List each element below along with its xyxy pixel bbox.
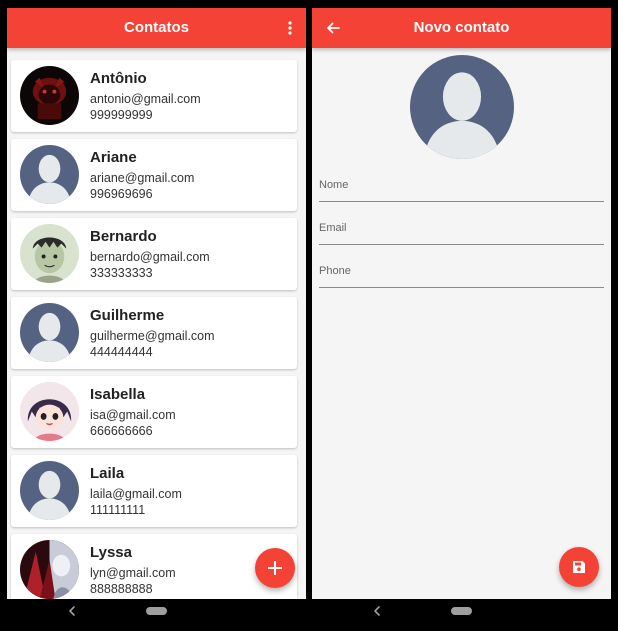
contact-phone: 666666666 — [90, 424, 153, 438]
add-icon — [268, 561, 282, 575]
email-input[interactable] — [319, 214, 604, 242]
contact-avatar-antonio — [20, 66, 79, 125]
nav-back-icon[interactable] — [370, 604, 384, 618]
nav-back-icon[interactable] — [65, 604, 79, 618]
contact-email: bernardo@gmail.com — [90, 250, 210, 264]
save-contact-button[interactable] — [559, 547, 599, 587]
system-nav-bar — [312, 599, 611, 623]
nav-home-pill[interactable] — [451, 607, 472, 615]
system-nav-bar — [7, 599, 306, 623]
contact-name: Antônio — [90, 70, 147, 87]
contact-card-isabella[interactable]: Isabella isa@gmail.com 666666666 — [11, 376, 297, 448]
contact-email: guilherme@gmail.com — [90, 329, 215, 343]
name-input[interactable] — [319, 171, 604, 199]
contact-name: Lyssa — [90, 544, 132, 561]
new-contact-app-bar: Novo contato — [312, 8, 611, 48]
contact-avatar-isabella — [20, 382, 79, 441]
new-contact-title: Novo contato — [413, 19, 510, 36]
contact-card-antonio[interactable]: Antônio antonio@gmail.com 999999999 — [11, 60, 297, 132]
save-icon — [572, 560, 586, 574]
contact-phone: 888888888 — [90, 582, 153, 596]
contact-avatar-lyssa — [20, 540, 79, 599]
email-field[interactable] — [319, 214, 604, 245]
contact-name: Guilherme — [90, 307, 165, 324]
phone-input[interactable] — [319, 257, 604, 285]
contact-phone: 333333333 — [90, 266, 153, 280]
name-field[interactable] — [319, 171, 604, 202]
contact-email: isa@gmail.com — [90, 408, 176, 422]
contact-avatar-ariane — [20, 145, 79, 204]
contact-card-bernardo[interactable]: Bernardo bernardo@gmail.com 333333333 — [11, 218, 297, 290]
contact-name: Isabella — [90, 386, 146, 403]
phone-field[interactable] — [319, 257, 604, 288]
contact-email: antonio@gmail.com — [90, 92, 201, 106]
contact-phone: 999999999 — [90, 108, 153, 122]
contact-name: Laila — [90, 465, 125, 482]
contact-phone: 996969696 — [90, 187, 153, 201]
contact-email: ariane@gmail.com — [90, 171, 195, 185]
contacts-app-bar: Contatos — [7, 8, 306, 48]
contact-avatar-bernardo — [20, 224, 79, 283]
contact-avatar-laila — [20, 461, 79, 520]
contacts-title: Contatos — [124, 19, 189, 36]
new-contact-screen: Novo contato — [312, 8, 611, 623]
contact-name: Bernardo — [90, 228, 157, 245]
contact-name: Ariane — [90, 149, 137, 166]
contact-card-laila[interactable]: Laila laila@gmail.com 111111111 — [11, 455, 297, 527]
contact-email: laila@gmail.com — [90, 487, 182, 501]
new-contact-avatar[interactable] — [410, 55, 514, 159]
add-contact-button[interactable] — [255, 548, 295, 588]
nav-home-pill[interactable] — [146, 607, 167, 615]
more-vert-icon[interactable] — [280, 18, 300, 38]
contact-list: Antônio antonio@gmail.com 999999999 Aria… — [11, 60, 298, 613]
contact-avatar-guilherme — [20, 303, 79, 362]
contact-email: lyn@gmail.com — [90, 566, 176, 580]
contacts-screen: Contatos Antônio antonio@gmail.com 99999… — [7, 8, 306, 623]
contact-phone: 111111111 — [90, 503, 146, 517]
contact-card-guilherme[interactable]: Guilherme guilherme@gmail.com 444444444 — [11, 297, 297, 369]
contact-card-ariane[interactable]: Ariane ariane@gmail.com 996969696 — [11, 139, 297, 211]
contact-phone: 444444444 — [90, 345, 153, 359]
contact-card-lyssa[interactable]: Lyssa lyn@gmail.com 888888888 — [11, 534, 297, 606]
